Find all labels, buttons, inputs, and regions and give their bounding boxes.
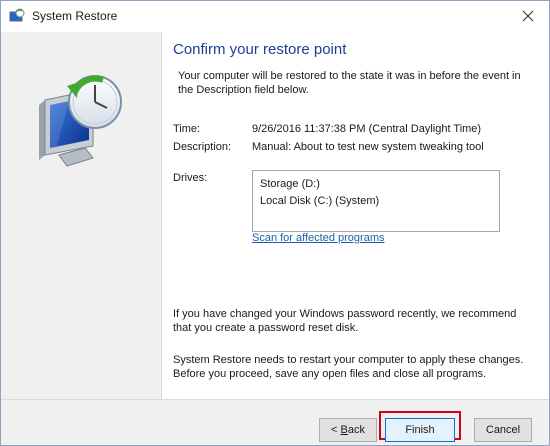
scan-affected-programs-link[interactable]: Scan for affected programs bbox=[252, 232, 384, 244]
system-restore-icon bbox=[9, 8, 25, 24]
drives-list[interactable]: Storage (D:) Local Disk (C:) (System) bbox=[252, 170, 500, 232]
back-prefix: < bbox=[331, 424, 341, 436]
list-item: Local Disk (C:) (System) bbox=[260, 195, 380, 207]
system-restore-window: System Restore Confirm your restore poin… bbox=[0, 0, 550, 446]
system-restore-clock-monitor-icon bbox=[29, 60, 139, 170]
time-value: 9/26/2016 11:37:38 PM (Central Daylight … bbox=[252, 123, 482, 135]
left-banner-pane bbox=[1, 32, 162, 399]
page-title: Confirm your restore point bbox=[173, 41, 347, 58]
back-rest: ack bbox=[347, 424, 365, 436]
main-content: Confirm your restore point Your computer… bbox=[163, 32, 549, 399]
time-label: Time: bbox=[173, 123, 201, 135]
button-bar: < Back Finish Cancel bbox=[1, 399, 549, 445]
finish-button[interactable]: Finish bbox=[385, 418, 455, 442]
close-button[interactable] bbox=[513, 3, 543, 29]
description-value: Manual: About to test new system tweakin… bbox=[252, 141, 484, 153]
password-note: If you have changed your Windows passwor… bbox=[173, 308, 517, 334]
back-mnemonic: B bbox=[340, 424, 348, 436]
back-button[interactable]: < Back bbox=[319, 418, 377, 442]
close-icon bbox=[522, 10, 534, 22]
drives-label: Drives: bbox=[173, 172, 208, 184]
cancel-button[interactable]: Cancel bbox=[474, 418, 532, 442]
list-item: Storage (D:) bbox=[260, 178, 320, 190]
window-title: System Restore bbox=[32, 9, 118, 23]
description-label: Description: bbox=[173, 141, 232, 153]
restart-note: System Restore needs to restart your com… bbox=[173, 354, 524, 380]
intro-text: Your computer will be restored to the st… bbox=[178, 70, 521, 96]
title-bar: System Restore bbox=[1, 1, 549, 32]
